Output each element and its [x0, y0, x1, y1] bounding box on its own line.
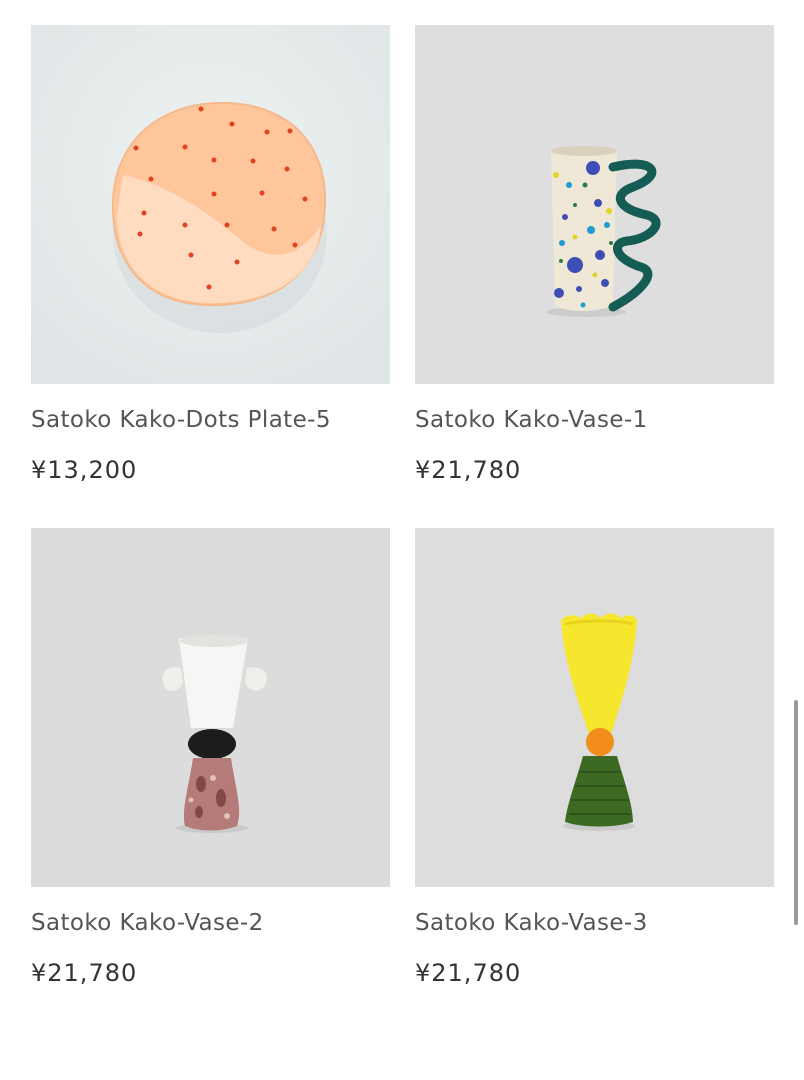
product-price: ¥21,780	[415, 959, 522, 987]
product-price: ¥21,780	[31, 959, 138, 987]
product-title[interactable]: Satoko Kako-Vase-1	[415, 406, 774, 434]
product-title[interactable]: Satoko Kako-Vase-2	[31, 909, 390, 937]
scrollbar[interactable]	[794, 700, 798, 925]
product-title[interactable]: Satoko Kako-Dots Plate-5	[31, 406, 390, 434]
product-price: ¥21,780	[415, 456, 522, 484]
product-image-vase-3[interactable]	[415, 528, 774, 887]
product-card[interactable]: Satoko Kako-Vase-3 ¥21,780	[415, 528, 774, 988]
product-card[interactable]: Satoko Kako-Dots Plate-5 ¥13,200	[31, 25, 390, 485]
vase-3-photo	[415, 528, 774, 887]
product-image-vase-1[interactable]	[415, 25, 774, 384]
product-listing-page: Satoko Kako-Dots Plate-5 ¥13,200 Satoko …	[0, 0, 804, 1080]
vase-2-photo	[31, 528, 390, 887]
product-image-vase-2[interactable]	[31, 528, 390, 887]
product-image-dots-plate[interactable]	[31, 25, 390, 384]
vase-1-photo	[415, 25, 774, 384]
product-grid: Satoko Kako-Dots Plate-5 ¥13,200 Satoko …	[31, 25, 774, 988]
product-card[interactable]: Satoko Kako-Vase-1 ¥21,780	[415, 25, 774, 485]
product-title[interactable]: Satoko Kako-Vase-3	[415, 909, 774, 937]
product-card[interactable]: Satoko Kako-Vase-2 ¥21,780	[31, 528, 390, 988]
product-price: ¥13,200	[31, 456, 138, 484]
dots-plate-photo	[31, 25, 390, 384]
